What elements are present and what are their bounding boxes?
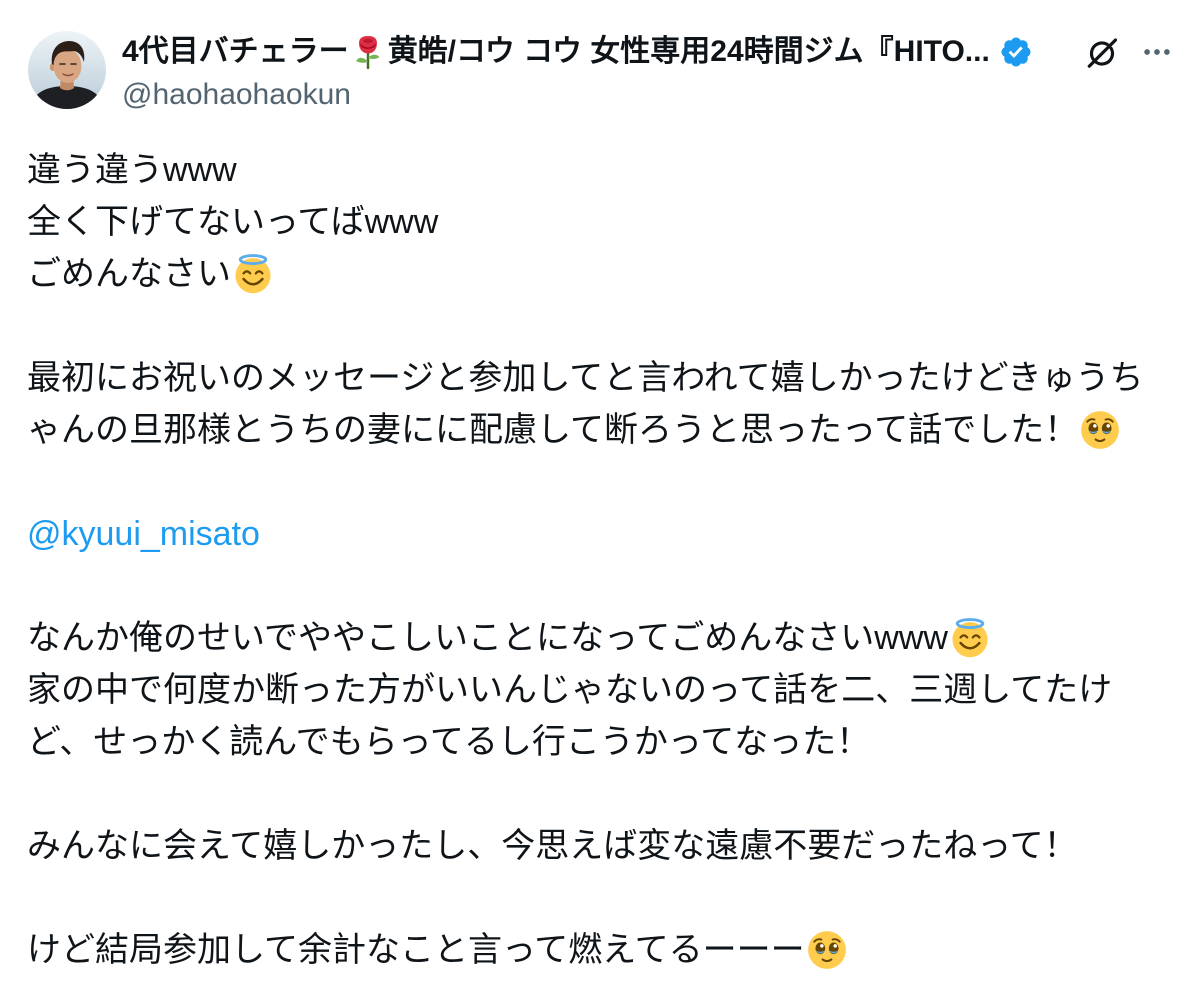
more-icon xyxy=(1144,49,1170,55)
text-line: 全く下げてないってばwww xyxy=(27,196,1190,248)
text-line: ごめんなさい xyxy=(27,248,1190,300)
text-line-content: 家の中で何度か断った方がいいんじゃないのって話を二、三週してたけ xyxy=(27,671,1113,709)
face-holding-back-tears-icon xyxy=(806,930,847,970)
post-paragraph: 最初にお祝いのメッセージと参加してと言われて嬉しかったけどきゅうち ゃんの旦那様… xyxy=(27,352,1190,456)
text-line-content: 違う違うwww xyxy=(27,151,237,189)
avatar[interactable] xyxy=(28,31,106,109)
face-holding-back-tears-icon xyxy=(1080,410,1121,450)
text-line-content: なんか俺のせいでややこしいことになってごめんなさいwww xyxy=(27,619,948,657)
post-paragraph: 違う違うwww 全く下げてないってばwww ごめんなさい xyxy=(27,144,1190,300)
text-line-content: ゃんの旦那様とうちの妻にに配慮して断ろうと思ったって話でした！ xyxy=(27,411,1079,449)
post-paragraph: なんか俺のせいでややこしいことになってごめんなさいwww 家の中で何度か断った方… xyxy=(27,612,1190,768)
post[interactable]: 4代目バチェラー 黄皓/コウ コウ 女性専用24時間ジム『HITO... @ha… xyxy=(0,0,1200,989)
author-handle[interactable]: @haohaohaokun xyxy=(122,77,351,113)
text-line: 家の中で何度か断った方がいいんじゃないのって話を二、三週してたけ xyxy=(27,664,1190,716)
rose-icon xyxy=(354,35,381,69)
text-line-content: みんなに会えて嬉しかったし、今思えば変な遠慮不要だったねって！ xyxy=(27,827,1078,865)
text-line: けど結局参加して余計なこと言って燃えてるーーー xyxy=(27,924,1190,976)
author-row: 4代目バチェラー 黄皓/コウ コウ 女性専用24時間ジム『HITO... xyxy=(122,32,1072,72)
grok-icon xyxy=(1087,38,1118,68)
post-paragraph: @kyuui_misato xyxy=(27,508,1190,560)
grok-button[interactable] xyxy=(1083,33,1121,71)
post-paragraph: みんなに会えて嬉しかったし、今思えば変な遠慮不要だったねって！ xyxy=(27,820,1190,872)
post-text: 違う違うwww 全く下げてないってばwww ごめんなさい 最初にお祝いのメッセー… xyxy=(27,144,1190,976)
mention-link[interactable]: @kyuui_misato xyxy=(27,508,260,560)
text-line-content: けど結局参加して余計なこと言って燃えてるーーー xyxy=(27,931,805,969)
text-line: ど、せっかく読んでもらってるし行こうかってなった！ xyxy=(27,716,1190,768)
display-name[interactable]: 4代目バチェラー 黄皓/コウ コウ 女性専用24時間ジム『HITO... xyxy=(122,32,990,72)
profile-photo xyxy=(28,31,106,109)
text-line-content: ど、せっかく読んでもらってるし行こうかってなった！ xyxy=(27,723,871,761)
text-line: ゃんの旦那様とうちの妻にに配慮して断ろうと思ったって話でした！ xyxy=(27,404,1190,456)
text-line-content: 全く下げてないってばwww xyxy=(27,203,439,241)
text-line: 違う違うwww xyxy=(27,144,1190,196)
post-paragraph: けど結局参加して余計なこと言って燃えてるーーー xyxy=(27,924,1190,976)
display-name-part-2: 黄皓/コウ コウ 女性専用24時間ジム『HITO... xyxy=(387,35,990,68)
smiling-face-with-halo-icon xyxy=(950,618,989,658)
more-button[interactable] xyxy=(1138,33,1176,71)
verified-badge-icon[interactable] xyxy=(999,35,1033,69)
text-line: みんなに会えて嬉しかったし、今思えば変な遠慮不要だったねって！ xyxy=(27,820,1190,872)
text-line-content: 最初にお祝いのメッセージと参加してと言われて嬉しかったけどきゅうち xyxy=(27,359,1144,397)
text-line: なんか俺のせいでややこしいことになってごめんなさいwww xyxy=(27,612,1190,664)
text-line-content: ごめんなさい xyxy=(27,255,231,293)
display-name-part-1: 4代目バチェラー xyxy=(122,35,349,68)
text-line: @kyuui_misato xyxy=(27,508,1190,560)
smiling-face-with-halo-icon xyxy=(233,254,272,294)
text-line: 最初にお祝いのメッセージと参加してと言われて嬉しかったけどきゅうち xyxy=(27,352,1190,404)
